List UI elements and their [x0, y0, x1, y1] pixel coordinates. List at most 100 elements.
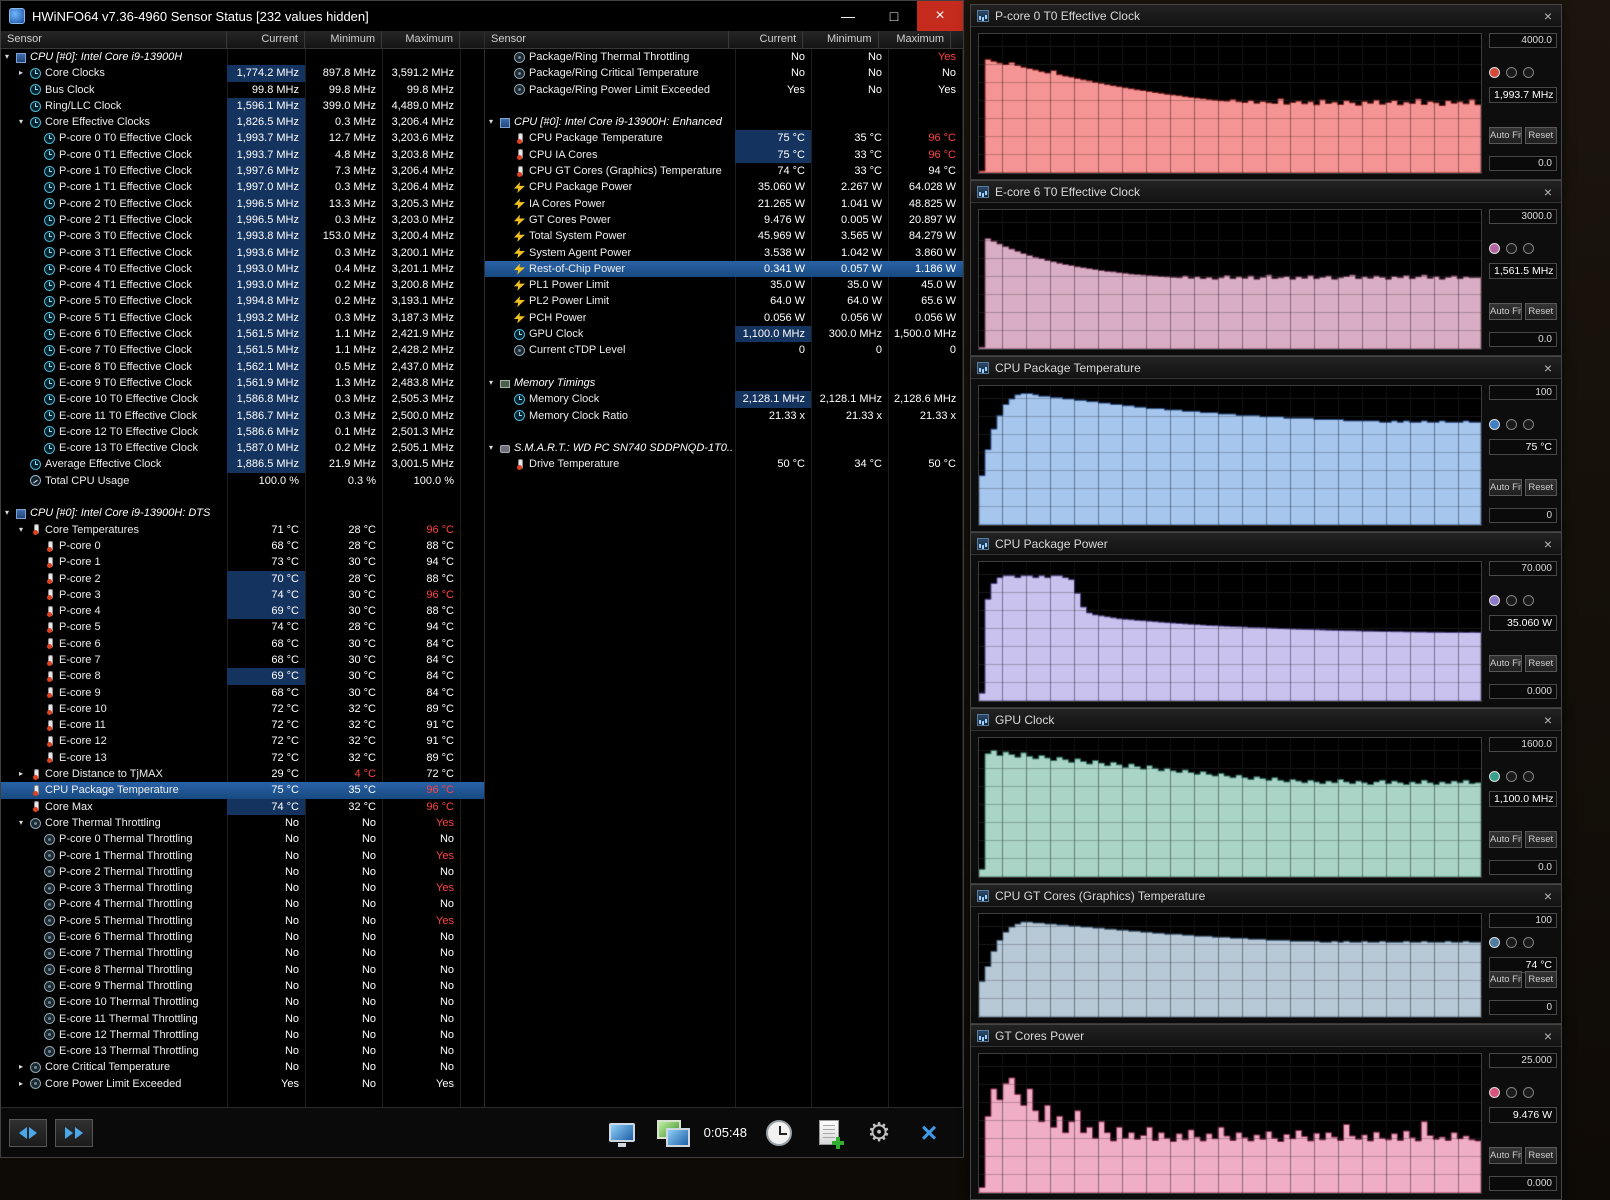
sensor-row[interactable]: E-core 968 °C30 °C84 °C: [1, 685, 484, 701]
reset-button[interactable]: Reset: [1525, 127, 1558, 144]
sensor-row[interactable]: CPU Package Power35.060 W2.267 W64.028 W: [485, 179, 963, 195]
reset-button[interactable]: Reset: [1525, 971, 1558, 988]
sensor-row[interactable]: CPU IA Cores75 °C33 °C96 °C: [485, 147, 963, 163]
sensor-row[interactable]: Bus Clock99.8 MHz99.8 MHz99.8 MHz: [1, 82, 484, 98]
graph-canvas[interactable]: [979, 1054, 1481, 1193]
sensor-row[interactable]: CPU Package Temperature75 °C35 °C96 °C: [1, 782, 484, 798]
sensor-row[interactable]: Package/Ring Power Limit ExceededYesNoYe…: [485, 82, 963, 98]
graph-close-icon[interactable]: ×: [1535, 888, 1561, 904]
logging-report-button[interactable]: [811, 1115, 847, 1151]
sensor-row[interactable]: E-core 1372 °C32 °C89 °C: [1, 750, 484, 766]
sensor-row[interactable]: Average Effective Clock1,886.5 MHz21.9 M…: [1, 456, 484, 472]
collapse-chevron-icon[interactable]: ▾: [19, 815, 30, 831]
graph-option-dot[interactable]: [1506, 771, 1517, 782]
graph-close-icon[interactable]: ×: [1535, 184, 1561, 200]
sensor-row[interactable]: ▸Core Power Limit ExceededYesNoYes: [1, 1076, 484, 1092]
sensor-row[interactable]: E-core 6 T0 Effective Clock1,561.5 MHz1.…: [1, 326, 484, 342]
sensor-row[interactable]: PCH Power0.056 W0.056 W0.056 W: [485, 310, 963, 326]
sensor-row[interactable]: E-core 12 T0 Effective Clock1,586.6 MHz0…: [1, 424, 484, 440]
sensor-row[interactable]: P-core 2 Thermal ThrottlingNoNoNo: [1, 864, 484, 880]
sensor-row[interactable]: CPU Package Temperature75 °C35 °C96 °C: [485, 130, 963, 146]
graph-option-dot[interactable]: [1523, 595, 1534, 606]
graph-plot[interactable]: [978, 1053, 1482, 1194]
column-header-minimum[interactable]: Minimum: [305, 31, 382, 48]
graph-canvas[interactable]: [979, 738, 1481, 877]
sensor-row[interactable]: E-core 11 Thermal ThrottlingNoNoNo: [1, 1011, 484, 1027]
sensor-row[interactable]: E-core 869 °C30 °C84 °C: [1, 668, 484, 684]
sensor-row[interactable]: GPU Clock1,100.0 MHz300.0 MHz1,500.0 MHz: [485, 326, 963, 342]
expand-chevron-icon[interactable]: ▸: [19, 1059, 30, 1075]
graph-color-dot[interactable]: [1489, 595, 1500, 606]
graph-color-dot[interactable]: [1489, 1087, 1500, 1098]
sensor-row[interactable]: P-core 469 °C30 °C88 °C: [1, 603, 484, 619]
graph-option-dot[interactable]: [1523, 67, 1534, 78]
collapse-chevron-icon[interactable]: ▾: [5, 49, 16, 65]
graph-close-icon[interactable]: ×: [1535, 8, 1561, 24]
remote-monitoring-button[interactable]: [654, 1115, 690, 1151]
graph-option-dot[interactable]: [1506, 595, 1517, 606]
graph-option-dot[interactable]: [1506, 243, 1517, 254]
collapse-chevron-icon[interactable]: ▾: [5, 505, 16, 521]
collapse-chevron-icon[interactable]: ▾: [489, 440, 500, 456]
graph-plot[interactable]: [978, 385, 1482, 526]
sensor-row[interactable]: E-core 768 °C30 °C84 °C: [1, 652, 484, 668]
sensor-row[interactable]: E-core 6 Thermal ThrottlingNoNoNo: [1, 929, 484, 945]
sensor-row[interactable]: Memory Clock2,128.1 MHz2,128.1 MHz2,128.…: [485, 391, 963, 407]
sensor-row[interactable]: E-core 11 T0 Effective Clock1,586.7 MHz0…: [1, 408, 484, 424]
graph-plot[interactable]: [978, 561, 1482, 702]
sensor-row[interactable]: ▸Core Distance to TjMAX29 °C4 °C72 °C: [1, 766, 484, 782]
graph-plot[interactable]: [978, 913, 1482, 1018]
sensor-row[interactable]: E-core 1272 °C32 °C91 °C: [1, 733, 484, 749]
sensor-row[interactable]: E-core 13 T0 Effective Clock1,587.0 MHz0…: [1, 440, 484, 456]
sensor-row[interactable]: P-core 1 Thermal ThrottlingNoNoYes: [1, 848, 484, 864]
sensor-row[interactable]: P-core 068 °C28 °C88 °C: [1, 538, 484, 554]
graph-color-dot[interactable]: [1489, 771, 1500, 782]
column-header-current[interactable]: Current: [227, 31, 305, 48]
sensor-row[interactable]: P-core 4 T1 Effective Clock1,993.0 MHz0.…: [1, 277, 484, 293]
sensor-row[interactable]: Current cTDP Level000: [485, 342, 963, 358]
sensor-row[interactable]: P-core 1 T0 Effective Clock1,997.6 MHz7.…: [1, 163, 484, 179]
auto-fit-button[interactable]: Auto Fit: [1489, 655, 1522, 672]
graph-option-dot[interactable]: [1523, 1087, 1534, 1098]
collapse-chevron-icon[interactable]: ▾: [19, 522, 30, 538]
collapse-chevron-icon[interactable]: ▾: [19, 114, 30, 130]
sensor-row[interactable]: ▾Core Temperatures71 °C28 °C96 °C: [1, 522, 484, 538]
column-header-sensor[interactable]: Sensor: [1, 31, 227, 48]
reset-button[interactable]: Reset: [1525, 479, 1558, 496]
scroll-panels-right-button[interactable]: [55, 1119, 93, 1147]
graph-titlebar[interactable]: P-core 0 T0 Effective Clock×: [971, 5, 1561, 27]
reset-button[interactable]: Reset: [1525, 1147, 1558, 1164]
graph-option-dot[interactable]: [1523, 243, 1534, 254]
sensor-row[interactable]: E-core 8 T0 Effective Clock1,562.1 MHz0.…: [1, 359, 484, 375]
graph-close-icon[interactable]: ×: [1535, 360, 1561, 376]
column-header-sensor[interactable]: Sensor: [485, 31, 729, 48]
sensor-row[interactable]: E-core 7 T0 Effective Clock1,561.5 MHz1.…: [1, 342, 484, 358]
sensor-row[interactable]: E-core 12 Thermal ThrottlingNoNoNo: [1, 1027, 484, 1043]
auto-fit-button[interactable]: Auto Fit: [1489, 127, 1522, 144]
close-button[interactable]: ×: [917, 1, 963, 31]
polling-clock-button[interactable]: [761, 1115, 797, 1151]
graph-option-dot[interactable]: [1506, 419, 1517, 430]
collapse-chevron-icon[interactable]: ▾: [489, 114, 500, 130]
graph-option-dot[interactable]: [1506, 67, 1517, 78]
expand-chevron-icon[interactable]: ▸: [19, 766, 30, 782]
reset-button[interactable]: Reset: [1525, 655, 1558, 672]
sensor-row[interactable]: Memory Clock Ratio21.33 x21.33 x21.33 x: [485, 408, 963, 424]
graph-titlebar[interactable]: CPU Package Temperature×: [971, 357, 1561, 379]
sensor-row[interactable]: Package/Ring Critical TemperatureNoNoNo: [485, 65, 963, 81]
graph-color-dot[interactable]: [1489, 419, 1500, 430]
sensor-row[interactable]: Total CPU Usage100.0 %0.3 %100.0 %: [1, 473, 484, 489]
column-header-minimum[interactable]: Minimum: [803, 31, 878, 48]
sensor-row[interactable]: Ring/LLC Clock1,596.1 MHz399.0 MHz4,489.…: [1, 98, 484, 114]
sensor-row[interactable]: P-core 5 T0 Effective Clock1,994.8 MHz0.…: [1, 293, 484, 309]
sensor-row[interactable]: P-core 574 °C28 °C94 °C: [1, 619, 484, 635]
sensors-display-button[interactable]: [604, 1115, 640, 1151]
maximize-button[interactable]: □: [871, 1, 917, 31]
sensor-row[interactable]: P-core 3 T0 Effective Clock1,993.8 MHz15…: [1, 228, 484, 244]
sensor-row[interactable]: P-core 3 T1 Effective Clock1,993.6 MHz0.…: [1, 245, 484, 261]
graph-canvas[interactable]: [979, 562, 1481, 701]
sensor-row[interactable]: IA Cores Power21.265 W1.041 W48.825 W: [485, 196, 963, 212]
sensor-row[interactable]: E-core 7 Thermal ThrottlingNoNoNo: [1, 945, 484, 961]
sensor-row[interactable]: Total System Power45.969 W3.565 W84.279 …: [485, 228, 963, 244]
sensor-row[interactable]: P-core 2 T0 Effective Clock1,996.5 MHz13…: [1, 196, 484, 212]
